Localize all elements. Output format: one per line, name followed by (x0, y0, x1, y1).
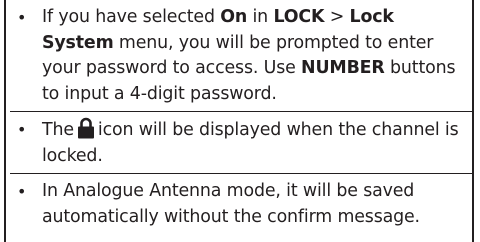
keyword-on: On (220, 7, 248, 27)
bullet: • (17, 182, 27, 201)
padlock-icon (77, 117, 94, 139)
list-item: • The icon will be displayed when the cha… (10, 111, 472, 173)
list-item: • In Analogue Antenna mode, it will be s… (10, 173, 472, 234)
note-text: In Analogue Antenna mode, it will be sav… (42, 181, 420, 227)
keyword-lock: LOCK (273, 7, 325, 27)
note-text: If you have selected On in LOCK > Lock S… (42, 7, 456, 104)
bullet: • (17, 120, 27, 139)
keyword-number: NUMBER (301, 58, 385, 78)
notes-list: • If you have selected On in LOCK > Lock… (10, 0, 472, 234)
list-item: • If you have selected On in LOCK > Lock… (10, 0, 472, 111)
note-text: The icon will be displayed when the chann… (42, 117, 459, 166)
bullet: • (17, 8, 27, 27)
